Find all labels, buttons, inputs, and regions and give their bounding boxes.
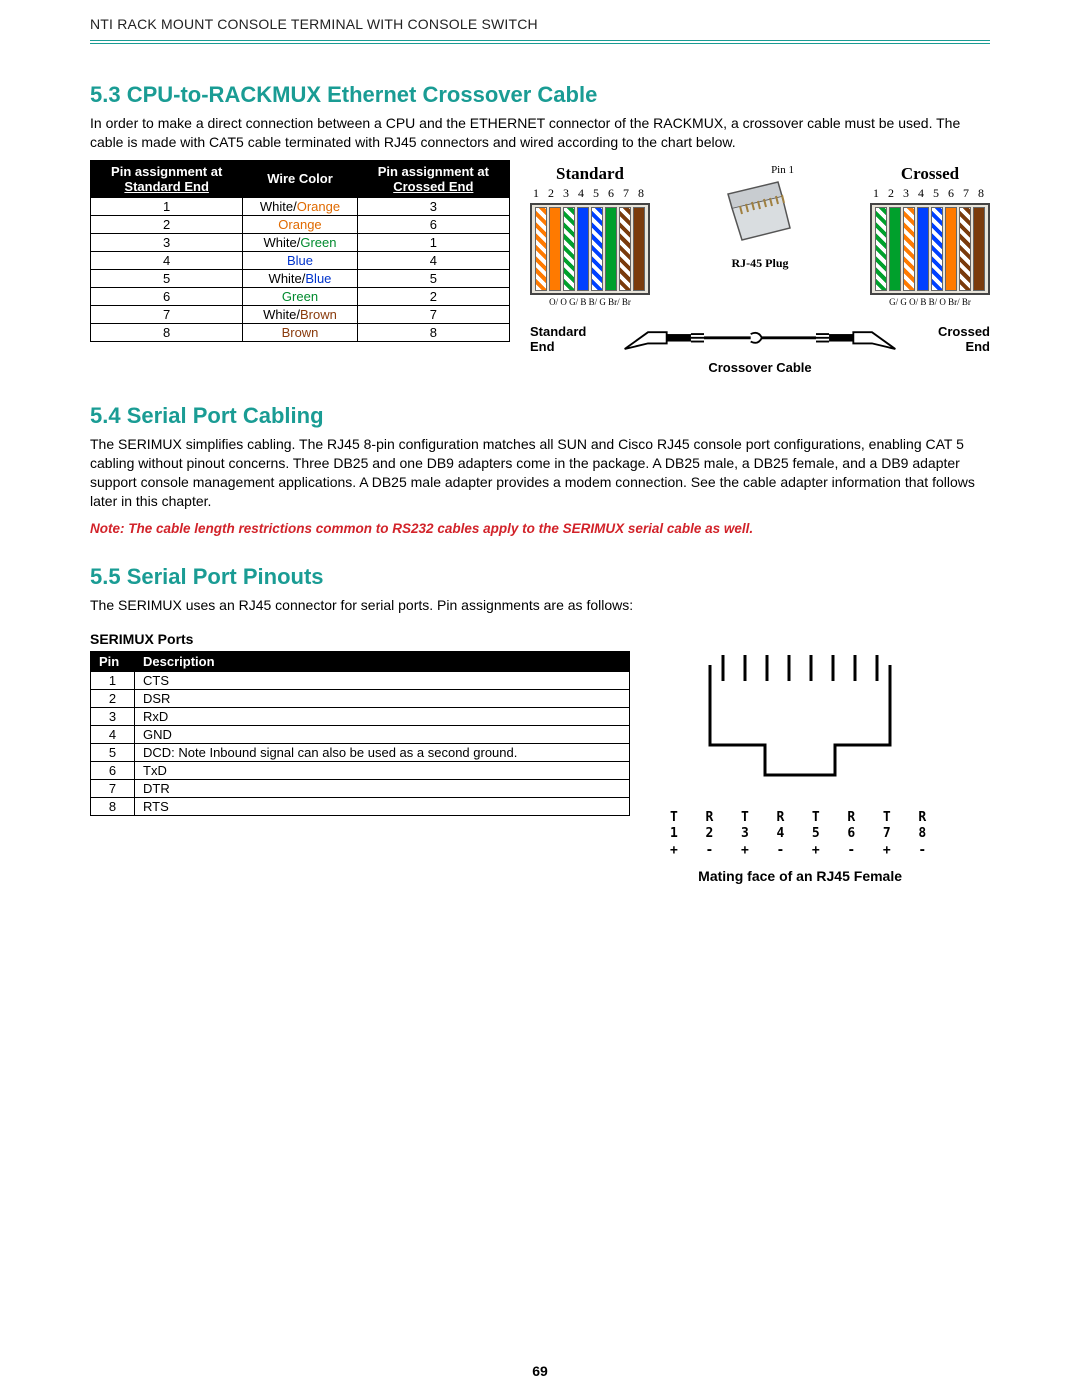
pinout-table: Pin Description 1CTS2DSR3RxD4GND5DCD: No… (90, 651, 630, 816)
table-row: 6TxD (91, 761, 630, 779)
rj45-female-row2: 1 2 3 4 5 6 7 8 (670, 826, 930, 843)
rj45-female-icon (690, 655, 910, 805)
section-5-3-body: In order to make a direct connection bet… (90, 114, 990, 152)
rj45-female-caption: Mating face of an RJ45 Female (670, 868, 930, 884)
section-5-5-heading: 5.5 Serial Port Pinouts (90, 564, 990, 590)
crossover-th-wirecolor: Wire Color (243, 160, 357, 197)
crossed-wiring-diagram: Crossed 1 2 3 4 5 6 7 8 G/ G O/ B B/ O B… (870, 164, 990, 307)
table-row: 3RxD (91, 707, 630, 725)
table-row: 5DCD: Note Inbound signal can also be us… (91, 743, 630, 761)
crossover-th-standard: Pin assignment at Standard End (91, 160, 243, 197)
page-number: 69 (0, 1363, 1080, 1379)
section-5-4-note: Note: The cable length restrictions comm… (90, 521, 990, 536)
section-5-5-body: The SERIMUX uses an RJ45 connector for s… (90, 596, 990, 615)
crossover-diagram-block: Standard 1 2 3 4 5 6 7 8 O/ O G/ B B/ G … (530, 160, 990, 375)
rj45-female-row3: + - + - + - + - (670, 843, 930, 860)
section-5-4-body: The SERIMUX simplifies cabling. The RJ45… (90, 435, 990, 511)
table-row: 8Brown8 (91, 323, 510, 341)
crossover-cable-icon (620, 321, 900, 358)
cable-left-label: StandardEnd (530, 324, 620, 355)
table-row: 2DSR (91, 689, 630, 707)
crossover-table: Pin assignment at Standard End Wire Colo… (90, 160, 510, 342)
table-row: 7DTR (91, 779, 630, 797)
table-row: 1CTS (91, 671, 630, 689)
crossover-th-crossed: Pin assignment at Crossed End (357, 160, 509, 197)
header-divider (90, 40, 990, 44)
section-5-4-heading: 5.4 Serial Port Cabling (90, 403, 990, 429)
table-row: 4Blue4 (91, 251, 510, 269)
table-row: 7White/Brown7 (91, 305, 510, 323)
crossover-cable-diagram: StandardEnd CrossedEnd (530, 321, 990, 358)
rj45-plug-diagram: Pin 1 RJ-45 Plug (720, 164, 800, 271)
table-row: 8RTS (91, 797, 630, 815)
table-row: 6Green2 (91, 287, 510, 305)
rj45-female-diagram: T R T R T R T R 1 2 3 4 5 6 7 8 + - + - … (670, 655, 930, 885)
table-row: 1White/Orange3 (91, 197, 510, 215)
table-row: 3White/Green1 (91, 233, 510, 251)
pinout-table-title: SERIMUX Ports (90, 631, 990, 647)
page-header-title: NTI RACK MOUNT CONSOLE TERMINAL WITH CON… (90, 16, 990, 32)
section-5-3-heading: 5.3 CPU-to-RACKMUX Ethernet Crossover Ca… (90, 82, 990, 108)
rj45-female-row1: T R T R T R T R (670, 810, 930, 827)
cable-right-label: CrossedEnd (900, 324, 990, 355)
table-row: 2Orange6 (91, 215, 510, 233)
rj45-plug-icon (720, 178, 800, 248)
table-row: 4GND (91, 725, 630, 743)
crossover-cable-caption: Crossover Cable (530, 360, 990, 375)
pinout-th-desc: Description (135, 651, 630, 671)
standard-wiring-diagram: Standard 1 2 3 4 5 6 7 8 O/ O G/ B B/ G … (530, 164, 650, 307)
table-row: 5White/Blue5 (91, 269, 510, 287)
pinout-th-pin: Pin (91, 651, 135, 671)
